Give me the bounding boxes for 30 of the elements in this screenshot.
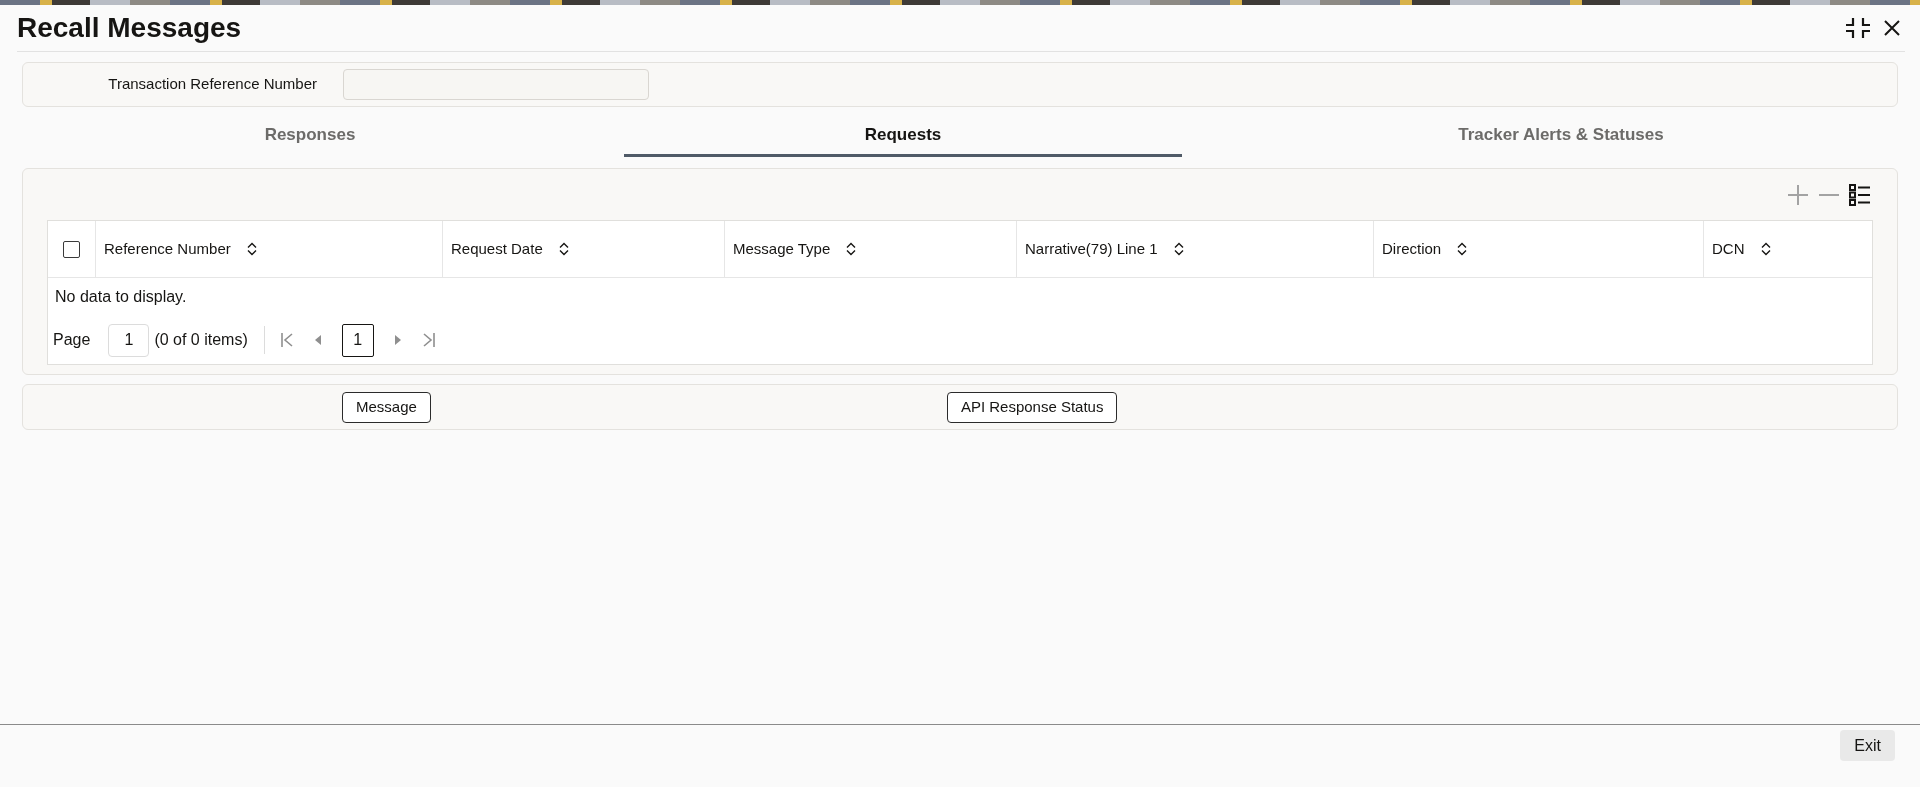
sort-icon[interactable] xyxy=(1173,242,1184,256)
tab[interactable]: Responses xyxy=(31,122,589,157)
column-header[interactable]: Request Date xyxy=(451,237,543,261)
reference-number-field[interactable] xyxy=(343,69,649,100)
sort-icon[interactable] xyxy=(1760,242,1771,256)
window-title: Recall Messages xyxy=(17,12,242,44)
sort-icon[interactable] xyxy=(1457,242,1468,256)
tab[interactable]: Tracker Alerts & Statuses xyxy=(1282,122,1840,157)
close-icon[interactable] xyxy=(1884,20,1900,36)
checklist-icon[interactable] xyxy=(1849,183,1871,206)
page-button[interactable]: 1 xyxy=(341,323,374,357)
action-button[interactable]: Message xyxy=(342,391,431,423)
column-header[interactable]: Message Type xyxy=(733,237,831,261)
column-header[interactable]: Direction xyxy=(1382,237,1442,261)
page-label: Page xyxy=(53,330,91,350)
sort-icon[interactable] xyxy=(558,242,569,256)
page-number-field[interactable]: 1 xyxy=(108,323,150,357)
column-header[interactable]: DCN xyxy=(1712,237,1745,261)
empty-message: No data to display. xyxy=(54,287,188,307)
column-header[interactable]: Reference Number xyxy=(104,237,231,261)
exit-button[interactable]: Exit xyxy=(1840,730,1895,761)
select-all-checkbox[interactable] xyxy=(63,240,80,258)
item-count: (0 of 0 items) xyxy=(154,330,248,350)
tab[interactable]: Requests xyxy=(624,122,1182,157)
sort-icon[interactable] xyxy=(246,242,257,256)
action-button[interactable]: API Response Status xyxy=(946,391,1118,423)
column-header[interactable]: Narrative(79) Line 1 xyxy=(1025,237,1158,261)
field-label: Transaction Reference Number xyxy=(107,74,317,95)
collapse-icon[interactable] xyxy=(1844,16,1872,40)
sort-icon[interactable] xyxy=(846,242,857,256)
